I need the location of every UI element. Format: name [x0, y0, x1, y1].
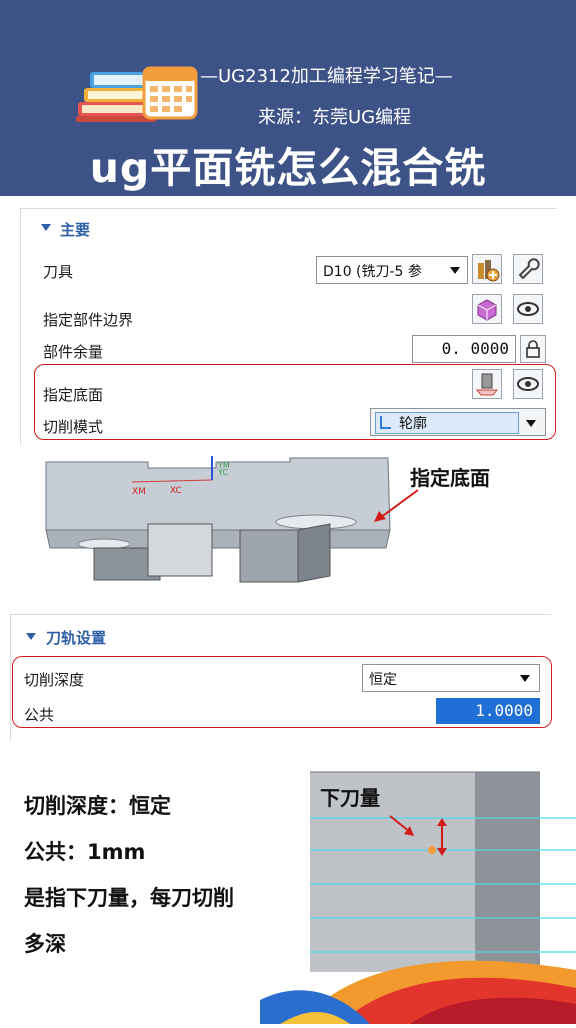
part-model-view: XM XC YM YC	[40, 448, 400, 588]
edit-tool-button[interactable]	[513, 254, 543, 284]
floor-label: 指定底面	[43, 386, 104, 404]
display-floor-button[interactable]	[513, 369, 543, 399]
lock-icon	[526, 340, 540, 358]
collapse-triangle-icon[interactable]	[26, 633, 36, 640]
tool-select-value: D10 (铣刀-5 参	[323, 264, 422, 280]
common-label: 公共	[24, 706, 55, 724]
depth-select[interactable]: 恒定	[362, 664, 540, 692]
annotation-arrow	[366, 486, 426, 526]
cut-mode-value: 轮廓	[399, 416, 427, 432]
new-tool-button[interactable]	[472, 254, 502, 284]
books-calendar-icon	[74, 58, 200, 128]
eye-icon	[517, 377, 539, 391]
floor-icon	[475, 373, 499, 396]
cut-mode-select[interactable]: 轮廓	[370, 408, 546, 436]
cut-mode-label: 切削模式	[43, 418, 104, 436]
chevron-down-icon	[520, 675, 530, 682]
chevron-down-icon	[526, 420, 536, 427]
note-line-4: 多深	[24, 932, 66, 956]
source-label: 来源：东莞UG编程	[258, 107, 412, 128]
section-title-main: 主要	[60, 221, 91, 239]
collapse-triangle-icon[interactable]	[41, 224, 51, 231]
common-input[interactable]: 1.0000	[436, 698, 540, 724]
part-stock-value: 0. 0000	[441, 339, 509, 358]
section-title-path: 刀轨设置	[46, 629, 107, 647]
profile-icon	[380, 416, 391, 429]
depth-select-value: 恒定	[369, 672, 397, 688]
stepdown-illustration	[310, 742, 576, 972]
wrench-icon	[518, 258, 540, 280]
axis-yc-label: YC	[217, 468, 228, 477]
note-line-2: 公共：1mm	[24, 840, 146, 864]
new-tool-icon	[478, 260, 500, 282]
note-line-1: 切削深度：恒定	[24, 794, 171, 818]
display-part-boundary-button[interactable]	[513, 294, 543, 324]
specify-part-boundary-button[interactable]	[472, 294, 502, 324]
decorative-swirl	[260, 940, 576, 1024]
cut-mode-inner	[375, 412, 519, 434]
tool-select[interactable]: D10 (铣刀-5 参	[316, 256, 468, 284]
common-value: 1.0000	[475, 701, 533, 720]
axis-xm-label: XM	[132, 487, 146, 497]
tool-label: 刀具	[43, 263, 74, 281]
page-title: ug平面铣怎么混合铣	[89, 144, 487, 192]
stepdown-label: 下刀量	[320, 786, 380, 810]
eye-icon	[517, 302, 539, 316]
part-boundary-label: 指定部件边界	[43, 311, 134, 329]
axis-xc-label: XC	[170, 486, 182, 496]
depth-label: 切削深度	[24, 671, 85, 689]
part-stock-label: 部件余量	[43, 343, 104, 361]
series-subtitle: —UG2312加工编程学习笔记—	[200, 66, 453, 87]
chevron-down-icon	[450, 267, 460, 274]
specify-floor-button[interactable]	[472, 369, 502, 399]
part-stock-input[interactable]: 0. 0000	[412, 335, 516, 363]
note-line-3: 是指下刀量，每刀切削	[24, 886, 234, 910]
lock-button[interactable]	[520, 335, 546, 363]
part-boundary-icon	[477, 299, 497, 321]
